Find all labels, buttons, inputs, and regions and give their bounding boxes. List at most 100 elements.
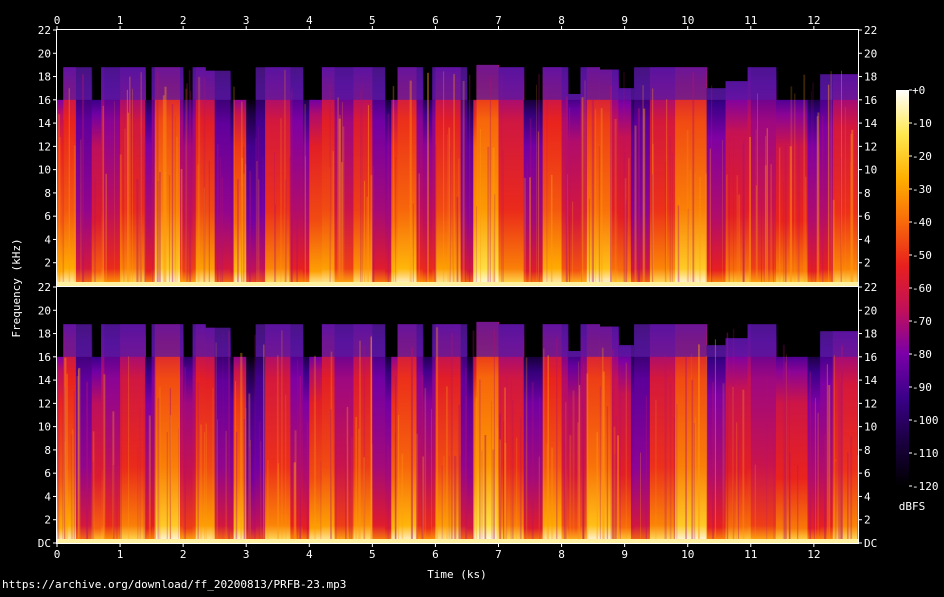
spectral-streak	[676, 404, 678, 543]
cutoff-band	[618, 88, 635, 100]
cutoff-band	[599, 69, 619, 100]
spectral-streak	[255, 137, 257, 286]
x-axis-top: 0 1 2 3 4 5 6 7 8 9 10 11 12	[54, 14, 820, 30]
spectral-streak	[115, 420, 118, 543]
spectral-streak	[832, 199, 835, 286]
spectral-streak	[502, 149, 504, 286]
spectral-streak	[817, 412, 819, 543]
y-tick-label-right: 6	[864, 467, 871, 480]
spectral-streak	[805, 176, 807, 286]
spectral-streak	[492, 449, 495, 543]
spectral-streak	[783, 182, 784, 286]
y-tick-label-right: DC	[864, 537, 877, 550]
spectral-streak	[711, 85, 713, 286]
spectral-streak	[274, 152, 275, 286]
spectral-streak	[687, 208, 689, 286]
y-tick-label-left: 6	[44, 210, 51, 223]
dc-band	[57, 282, 858, 286]
spectral-streak	[73, 145, 76, 286]
spectral-streak	[850, 436, 853, 543]
spectral-streak	[722, 383, 725, 543]
spectral-streak	[809, 370, 811, 543]
spectral-streak	[77, 369, 79, 543]
spectral-streak	[610, 86, 612, 286]
spectral-streak	[225, 430, 227, 543]
spectral-streak	[332, 151, 334, 286]
cutoff-band	[255, 324, 303, 357]
cutoff-band	[580, 67, 600, 100]
y-tick-label-right: 10	[864, 421, 877, 434]
spectral-streak	[64, 441, 66, 543]
spectral-streak	[306, 421, 309, 543]
y-tick-label-left: 16	[38, 351, 51, 364]
spectral-streak	[241, 101, 243, 286]
spectral-streak	[159, 387, 161, 543]
spectral-streak	[425, 191, 427, 286]
spectral-streak	[412, 203, 414, 286]
x-tick-label-top: 9	[621, 14, 628, 27]
colorbar-tick-label: -80	[912, 348, 932, 361]
spectral-streak	[475, 397, 478, 543]
spectral-streak	[173, 206, 175, 286]
spectral-streak	[215, 342, 217, 543]
spectral-streak	[62, 120, 65, 287]
cutoff-band	[151, 324, 184, 357]
spectral-streak	[671, 153, 673, 286]
spectral-streak	[358, 429, 360, 543]
y-tick-label-right: 16	[864, 351, 877, 364]
spectral-streak	[162, 95, 165, 286]
spectral-streak	[143, 358, 145, 543]
spectral-streak	[773, 149, 774, 286]
spectral-streak	[694, 417, 696, 543]
spectral-streak	[184, 367, 186, 543]
spectral-streak	[640, 452, 641, 543]
cutoff-band	[101, 67, 146, 100]
spectral-streak	[487, 146, 490, 286]
spectrogram-column	[776, 356, 809, 543]
spectral-streak	[666, 99, 668, 286]
spectral-streak	[828, 385, 831, 543]
spectral-streak	[613, 426, 616, 543]
y-tick-label-right: 4	[864, 490, 871, 503]
spectral-streak	[689, 169, 691, 286]
x-tick-label-top: 3	[243, 14, 250, 27]
spectral-streak	[446, 386, 448, 543]
spectral-streak	[714, 339, 716, 543]
spectral-streak	[523, 177, 526, 286]
spectral-streak	[732, 328, 735, 543]
spectral-streak	[692, 72, 695, 286]
spectral-streak	[171, 104, 174, 286]
spectral-streak	[757, 93, 758, 287]
spectral-streak	[367, 105, 369, 286]
spectral-streak	[294, 430, 297, 543]
spectral-streak	[705, 173, 708, 286]
spectral-streak	[462, 81, 465, 286]
spectral-streak	[394, 376, 397, 543]
spectral-streak	[596, 432, 598, 543]
spectral-streak	[434, 145, 437, 286]
spectrogram-column	[820, 331, 834, 543]
x-tick-label-top: 6	[432, 14, 439, 27]
spectrogram-column	[586, 324, 601, 543]
spectral-streak	[822, 115, 824, 286]
spectral-streak	[584, 80, 586, 287]
spectral-streak	[773, 422, 775, 543]
spectral-streak	[145, 461, 147, 543]
spectral-streak	[260, 440, 262, 543]
spectral-streak	[421, 375, 424, 543]
colorbar-gradient	[896, 90, 909, 486]
spectral-streak	[550, 174, 553, 286]
spectral-streak	[190, 90, 192, 286]
spectral-streak	[755, 129, 757, 286]
y-tick-label-left: 8	[44, 187, 51, 200]
spectral-streak	[453, 74, 455, 286]
spectral-streak	[248, 447, 251, 543]
spectral-streak	[698, 453, 700, 543]
spectral-streak	[92, 461, 94, 543]
spectrogram-column	[832, 74, 859, 286]
spectrogram-column	[353, 67, 373, 287]
x-tick-label-bottom: 6	[432, 548, 439, 561]
x-tick-label-bottom: 0	[54, 548, 61, 561]
y-tick-label-left: 16	[38, 94, 51, 107]
y-tick-label-left: 22	[38, 281, 51, 294]
